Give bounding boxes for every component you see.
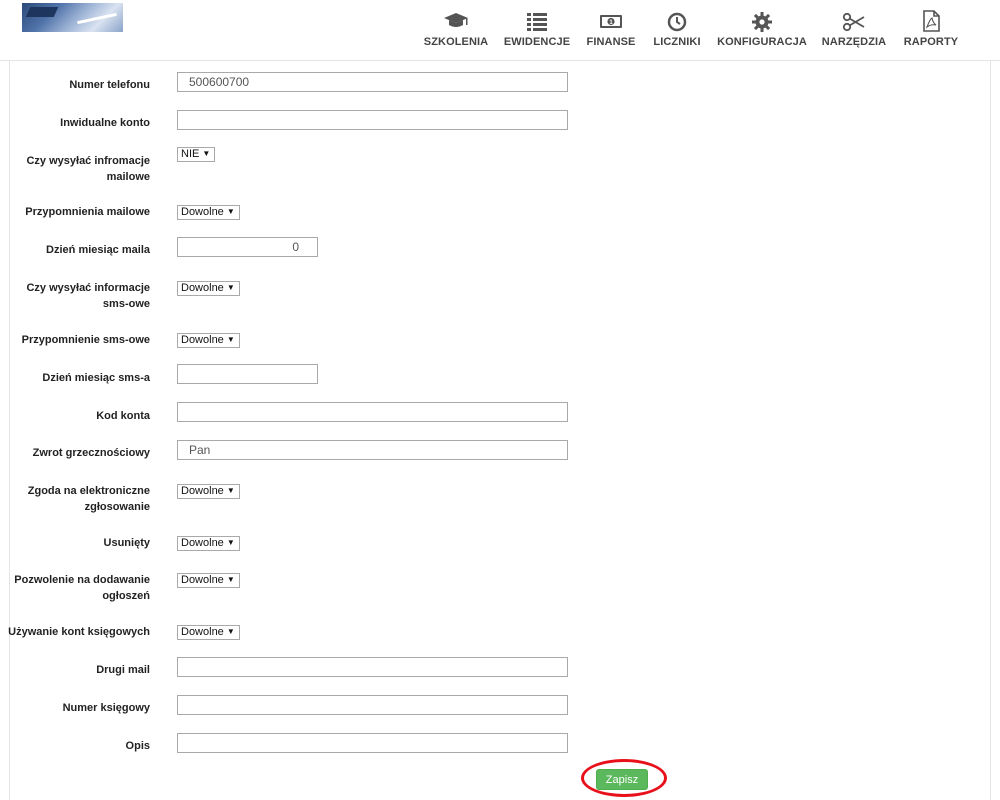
select-value: Dowolne (181, 574, 224, 586)
accounting-number-input[interactable] (177, 695, 568, 715)
nav-raporty[interactable]: RAPORTY (902, 10, 960, 52)
ads-permission-label: Pozwolenie na dodawanie ogłoszeń (14, 572, 150, 604)
clock-icon (652, 10, 702, 32)
nav-ewidencje[interactable]: EWIDENCJE (503, 10, 571, 52)
nav-liczniki[interactable]: LICZNIKI (652, 10, 702, 52)
dropdown-arrow-icon: ▼ (226, 627, 235, 636)
sms-reminder-select[interactable]: Dowolne ▼ (177, 333, 240, 348)
second-email-input[interactable] (177, 657, 568, 677)
label-line: mailowe (106, 171, 150, 183)
company-logo[interactable] (22, 3, 123, 32)
sms-day-month-input[interactable] (177, 364, 318, 384)
accounting-accounts-select[interactable]: Dowolne ▼ (177, 625, 240, 640)
description-label: Opis (125, 740, 150, 752)
select-value: NIE (181, 148, 200, 160)
send-email-info-label: Czy wysyłać infromacje mailowe (26, 153, 150, 185)
dropdown-arrow-icon: ▼ (226, 486, 235, 495)
nav-konfiguracja[interactable]: KONFIGURACJA (716, 10, 808, 52)
email-day-month-input[interactable]: 0 (177, 237, 318, 257)
nav-label: LICZNIKI (653, 36, 701, 48)
deleted-select[interactable]: Dowolne ▼ (177, 536, 240, 551)
dropdown-arrow-icon: ▼ (226, 207, 235, 216)
account-code-label: Kod konta (96, 410, 150, 422)
salutation-input[interactable]: Pan (177, 440, 568, 460)
accounting-accounts-label: Używanie kont księgowych (8, 626, 150, 638)
second-email-label: Drugi mail (96, 664, 150, 676)
dropdown-arrow-icon: ▼ (226, 575, 235, 584)
send-sms-info-select[interactable]: Dowolne ▼ (177, 281, 240, 296)
select-value: Dowolne (181, 537, 224, 549)
send-sms-info-label: Czy wysyłać informacje sms-owe (26, 280, 150, 312)
select-value: Dowolne (181, 626, 224, 638)
dropdown-arrow-icon: ▼ (226, 283, 235, 292)
nav-label: RAPORTY (903, 36, 959, 48)
deleted-label: Usunięty (103, 537, 150, 549)
save-button[interactable]: Zapisz (596, 769, 648, 790)
sms-reminder-label: Przypomnienie sms-owe (21, 334, 150, 346)
electronic-consent-select[interactable]: Dowolne ▼ (177, 484, 240, 499)
pdf-document-icon (902, 10, 960, 32)
salutation-label: Zwrot grzecznościowy (32, 447, 150, 459)
nav-label: EWIDENCJE (503, 36, 571, 48)
nav-szkolenia[interactable]: SZKOLENIA (423, 10, 489, 52)
send-email-info-select[interactable]: NIE ▼ (177, 147, 216, 162)
nav-label: SZKOLENIA (423, 36, 489, 48)
email-day-month-label: Dzień miesiąc maila (46, 244, 150, 256)
select-value: Dowolne (181, 282, 224, 294)
accounting-number-label: Numer księgowy (62, 702, 150, 714)
email-reminders-select[interactable]: Dowolne ▼ (177, 205, 240, 220)
dropdown-arrow-icon: ▼ (226, 538, 235, 547)
description-input[interactable] (177, 733, 568, 753)
nav-label: FINANSE (586, 36, 636, 48)
graduation-cap-icon (423, 10, 489, 32)
nav-label: NARZĘDZIA (821, 36, 887, 48)
label-line: zgłosowanie (84, 501, 150, 513)
label-line: sms-owe (102, 298, 150, 310)
dropdown-arrow-icon: ▼ (226, 335, 235, 344)
scissors-icon (820, 10, 888, 32)
phone-label: Numer telefonu (69, 79, 150, 91)
electronic-consent-label: Zgoda na elektroniczne zgłosowanie (28, 483, 150, 515)
form-panel (9, 61, 991, 800)
nav-narzedzia[interactable]: NARZĘDZIA (820, 10, 888, 52)
label-line: Czy wysyłać informacje (26, 282, 150, 294)
label-line: Czy wysyłać infromacje (26, 155, 150, 167)
select-value: Dowolne (181, 206, 224, 218)
select-value: Dowolne (181, 334, 224, 346)
sms-day-month-label: Dzień miesiąc sms-a (42, 372, 150, 384)
individual-account-label: Inwidualne konto (60, 117, 150, 129)
individual-account-input[interactable] (177, 110, 568, 130)
label-line: Pozwolenie na dodawanie (14, 574, 150, 586)
nav-finanse[interactable]: 1 FINANSE (585, 10, 637, 52)
dropdown-arrow-icon: ▼ (202, 149, 211, 158)
email-reminders-label: Przypomnienia mailowe (25, 206, 150, 218)
label-line: Zgoda na elektroniczne (27, 485, 150, 497)
ads-permission-select[interactable]: Dowolne ▼ (177, 573, 240, 588)
app-header: SZKOLENIA EWIDENCJE 1 FINANSE LICZNIKI K… (0, 0, 1000, 61)
account-code-input[interactable] (177, 402, 568, 422)
select-value: Dowolne (181, 485, 224, 497)
phone-input[interactable]: 500600700 (177, 72, 568, 92)
banknote-icon: 1 (585, 10, 637, 32)
gear-icon (716, 10, 808, 32)
list-icon (503, 10, 571, 32)
nav-label: KONFIGURACJA (717, 36, 807, 48)
label-line: ogłoszeń (102, 590, 150, 602)
